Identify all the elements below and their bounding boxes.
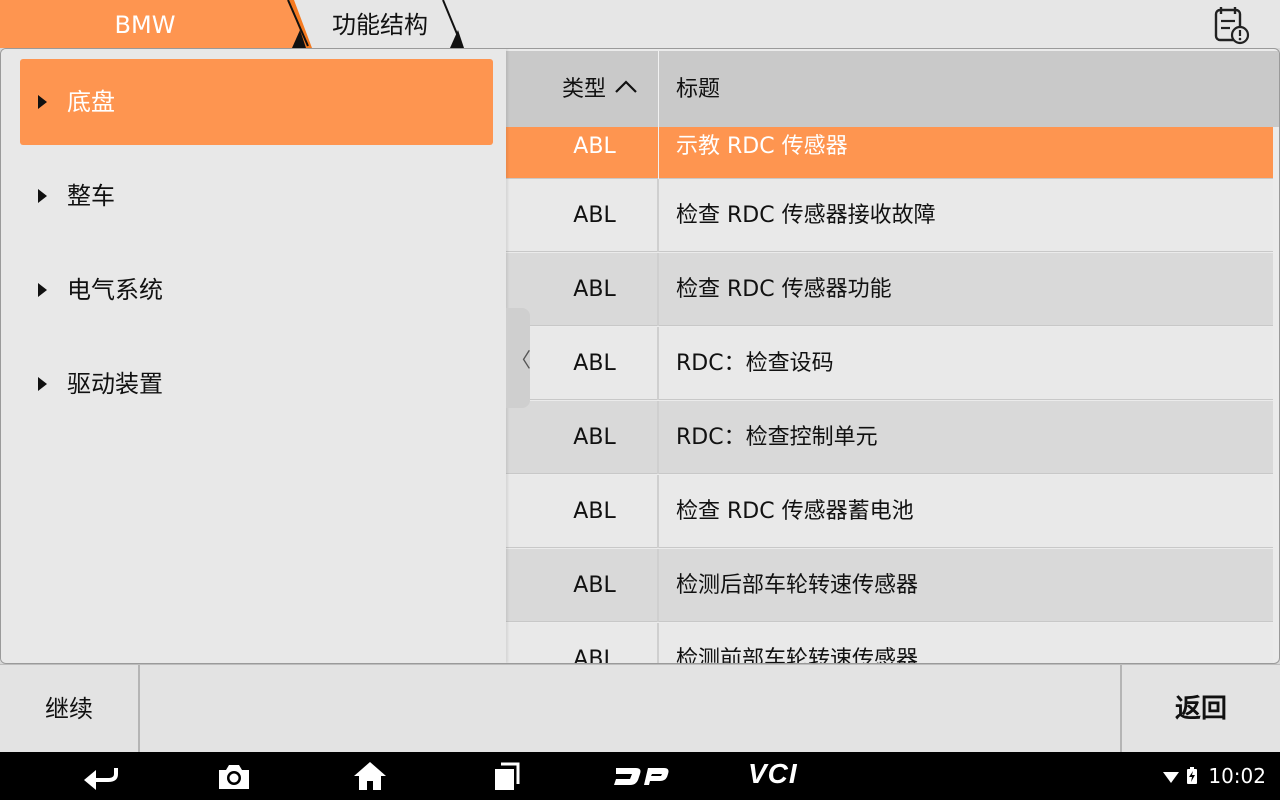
drawer-item-chassis[interactable]: 底盘 [20,59,493,145]
cell-divider [657,549,659,622]
cell-title: 检测前部车轮转速传感器 [676,647,919,663]
column-header-type[interactable]: 类型 [506,51,658,127]
cell-divider [657,179,659,252]
table-row[interactable]: ABL 检查 RDC 传感器蓄电池 [506,475,1273,548]
expand-triangle-icon [38,283,47,297]
cell-type: ABL [573,573,616,598]
vci-label: VCI [748,758,798,789]
cell-divider [657,401,659,474]
cell-type: ABL [573,203,616,228]
expand-triangle-icon [38,377,47,391]
table-header: 类型 标题 [506,51,1279,127]
cell-divider [658,127,659,179]
back-icon[interactable] [80,760,120,792]
column-header-type-label: 类型 [561,77,606,102]
cell-type: ABL [573,134,616,159]
drawer-item-label: 整车 [67,182,115,210]
back-button[interactable]: 返回 [1120,665,1280,753]
vci-icon[interactable]: VCI [748,758,812,792]
expand-triangle-icon [38,95,47,109]
battery-charging-icon [1186,754,1198,800]
wifi-icon [1162,754,1180,800]
drawer-collapse-handle[interactable]: 〈 [506,308,531,408]
breadcrumb-current[interactable]: 功能结构 [310,0,450,48]
category-drawer: 底盘 整车 电气系统 驱动装置 [1,49,506,663]
cell-title: RDC：检查控制单元 [676,425,878,450]
cell-title: RDC：检查设码 [676,351,834,376]
drawer-item-drivetrain[interactable]: 驱动装置 [20,341,493,427]
sort-ascending-icon [614,49,638,127]
expand-triangle-icon [38,189,47,203]
top-bar: BMW 功能结构 [0,0,1280,48]
main-panel: 类型 标题 ABL 示教 RDC 传感器 ABL 检查 RDC 传感器接收故障 … [0,48,1280,664]
cell-type: ABL [573,647,616,663]
clock: 10:02 [1208,764,1266,788]
table-row[interactable]: ABL 检查 RDC 传感器接收故障 [506,179,1273,252]
table-row[interactable]: ABL 示教 RDC 传感器 [506,127,1273,179]
drawer-item-electrical[interactable]: 电气系统 [20,247,493,333]
table-row[interactable]: ABL 检查 RDC 传感器功能 [506,253,1273,326]
column-header-title[interactable]: 标题 [676,51,720,127]
cell-type: ABL [573,499,616,524]
cell-divider [657,253,659,326]
column-divider [658,51,659,127]
status-area: 10:02 [1162,752,1266,800]
cell-divider [657,623,659,663]
table-row[interactable]: ABL RDC：检查设码 [506,327,1273,400]
camera-icon[interactable] [216,760,252,792]
home-icon[interactable] [352,760,388,792]
cell-divider [657,327,659,400]
drawer-item-label: 底盘 [67,88,115,116]
recent-apps-icon[interactable] [490,760,524,792]
table-row[interactable]: ABL RDC：检查控制单元 [506,401,1273,474]
cell-title: 检查 RDC 传感器功能 [676,277,892,302]
drawer-item-label: 驱动装置 [67,370,163,398]
drawer-item-vehicle[interactable]: 整车 [20,153,493,239]
table-row[interactable]: ABL 检测后部车轮转速传感器 [506,549,1273,622]
drawer-item-label: 电气系统 [67,276,163,304]
cell-title: 检查 RDC 传感器蓄电池 [676,499,914,524]
system-nav-bar: VCI 10:02 [0,752,1280,800]
cell-title: 检测后部车轮转速传感器 [676,573,919,598]
continue-button[interactable]: 继续 [0,665,140,753]
action-bar: 继续 返回 [0,664,1280,753]
chevron-left-icon: 〈 [511,348,531,372]
cell-title: 检查 RDC 传感器接收故障 [676,203,936,228]
cell-title: 示教 RDC 传感器 [676,134,848,159]
table-row[interactable]: ABL 检测前部车轮转速传感器 [506,623,1273,663]
cell-divider [657,475,659,548]
table-body[interactable]: ABL 示教 RDC 传感器 ABL 检查 RDC 传感器接收故障 ABL 检查… [506,127,1273,663]
breadcrumb-root[interactable]: BMW [0,0,300,48]
dp-icon[interactable] [612,760,672,792]
report-icon[interactable] [1208,4,1254,46]
cell-type: ABL [573,425,616,450]
